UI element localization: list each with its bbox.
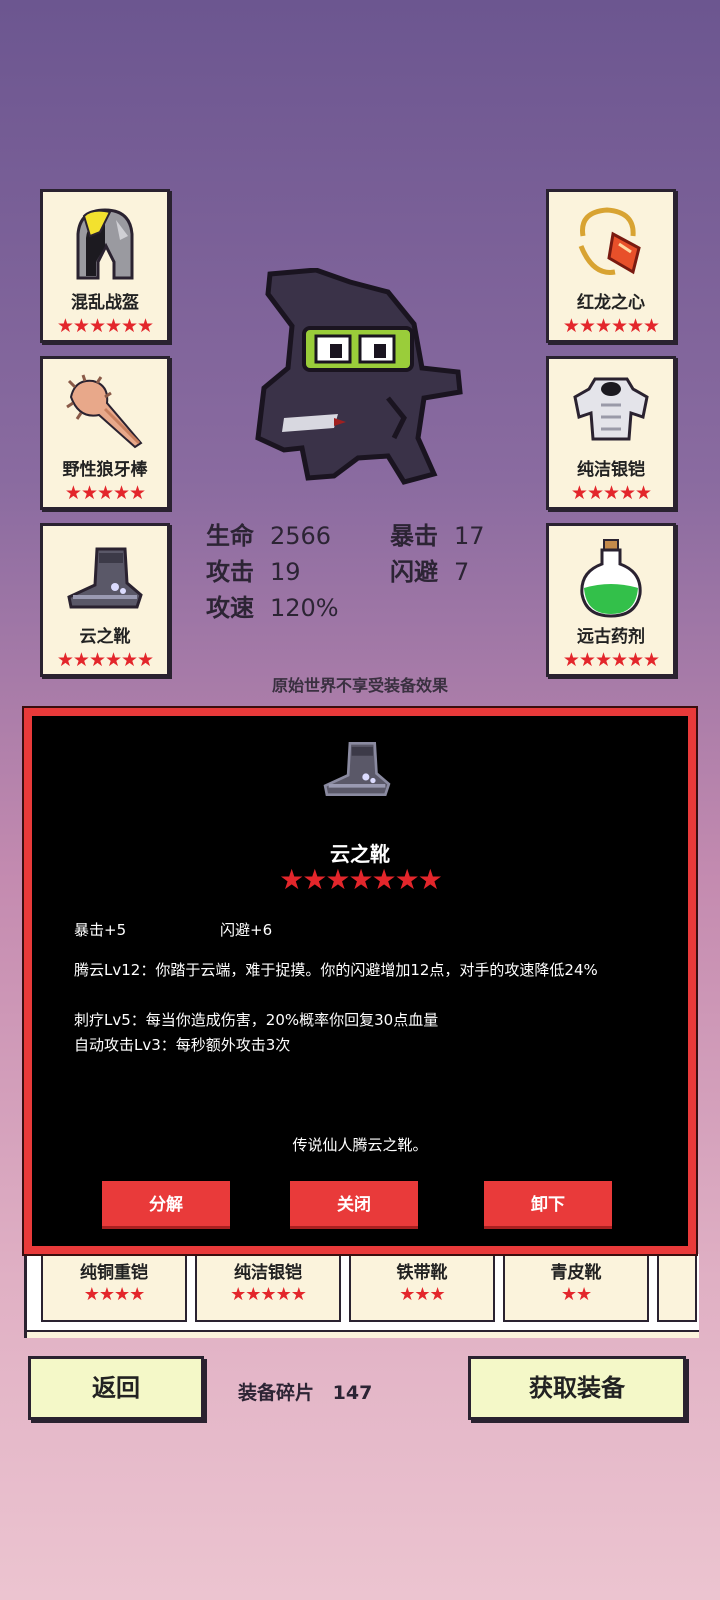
item-name: 纯洁银铠 <box>234 1263 302 1283</box>
stat-dodge: 闪避 7 <box>390 552 469 587</box>
back-button[interactable]: 返回 <box>28 1356 204 1420</box>
helmet-icon <box>43 204 167 284</box>
stat-crit: 暴击 17 <box>390 516 485 551</box>
detail-star-rating: ★★★★★★★ <box>279 863 443 896</box>
slot-armor[interactable]: 纯洁银铠 ★★★★★ <box>546 356 676 510</box>
inventory-item[interactable]: 铁带靴 ★★★ <box>349 1254 495 1322</box>
slot-weapon[interactable]: 野性狼牙棒 ★★★★★ <box>40 356 170 510</box>
star-rating: ★★★★★★ <box>562 315 660 337</box>
detail-attr-crit: 暴击+5 <box>74 921 127 939</box>
detail-skill-3: 自动攻击Lv3：每秒额外攻击3次 <box>74 1036 291 1054</box>
stat-label: 攻速 <box>206 594 254 622</box>
star-rating: ★★ <box>560 1284 592 1305</box>
amulet-icon <box>549 204 673 284</box>
detail-skill-2: 刺疗Lv5：每当你造成伤害，20%概率你回复30点血量 <box>74 1011 439 1029</box>
detail-attr-dodge: 闪避+6 <box>220 921 273 939</box>
star-rating: ★★★ <box>399 1284 445 1305</box>
item-name: 铁带靴 <box>396 1263 448 1283</box>
boots-icon <box>43 538 167 618</box>
star-rating: ★★★★★ <box>230 1284 307 1305</box>
stat-hp: 生命 2566 <box>206 516 331 551</box>
character-sprite <box>238 267 468 494</box>
stat-label: 攻击 <box>206 558 254 586</box>
close-button[interactable]: 关闭 <box>290 1181 418 1229</box>
potion-icon <box>549 538 673 618</box>
armor-icon <box>549 371 673 451</box>
stat-value: 19 <box>270 558 301 586</box>
slot-potion[interactable]: 远古药剂 ★★★★★★ <box>546 523 676 677</box>
shards-count: 147 <box>332 1382 373 1404</box>
stat-label: 暴击 <box>390 522 438 550</box>
inventory-list[interactable]: 纯铜重铠 ★★★★ 纯洁银铠 ★★★★★ 铁带靴 ★★★ 青皮靴 ★★ <box>24 1254 699 1338</box>
stat-value: 17 <box>454 522 485 550</box>
decompose-button[interactable]: 分解 <box>102 1181 230 1229</box>
inventory-item[interactable]: 纯铜重铠 ★★★★ <box>41 1254 187 1322</box>
star-rating: ★★★★★ <box>570 482 652 504</box>
stat-attack-speed: 攻速 120% <box>206 588 339 623</box>
slot-name: 远古药剂 <box>577 627 645 647</box>
inventory-item[interactable]: 青皮靴 ★★ <box>503 1254 649 1322</box>
slot-name: 纯洁银铠 <box>577 460 645 480</box>
slot-name: 红龙之心 <box>577 293 645 313</box>
star-rating: ★★★★★★ <box>56 649 154 671</box>
equipment-shards: 装备碎片 147 <box>238 1378 372 1405</box>
shards-label: 装备碎片 <box>238 1382 315 1404</box>
slot-boots[interactable]: 云之靴 ★★★★★★ <box>40 523 170 677</box>
slot-name: 野性狼牙棒 <box>62 460 148 480</box>
detail-boots-icon <box>320 738 394 804</box>
stat-label: 闪避 <box>390 558 438 586</box>
star-rating: ★★★★★★ <box>56 315 154 337</box>
detail-skill-1: 腾云Lv12：你踏于云端，难于捉摸。你的闪避增加12点，对手的攻速降低24% <box>74 961 598 979</box>
item-detail-panel: 云之靴 ★★★★★★★ 暴击+5 闪避+6 腾云Lv12：你踏于云端，难于捉摸。… <box>22 706 698 1256</box>
slot-name: 混乱战盔 <box>71 293 139 313</box>
star-rating: ★★★★★ <box>64 482 146 504</box>
slot-name: 云之靴 <box>79 627 131 647</box>
slot-amulet[interactable]: 红龙之心 ★★★★★★ <box>546 189 676 343</box>
item-name: 青皮靴 <box>550 1263 602 1283</box>
star-rating: ★★★★★★ <box>562 649 660 671</box>
slot-helmet[interactable]: 混乱战盔 ★★★★★★ <box>40 189 170 343</box>
row-divider <box>27 1330 699 1338</box>
item-name: 纯铜重铠 <box>80 1263 148 1283</box>
stat-value: 120% <box>270 594 339 622</box>
stat-value: 2566 <box>270 522 332 550</box>
stat-value: 7 <box>454 558 470 586</box>
stat-attack: 攻击 19 <box>206 552 301 587</box>
inventory-item[interactable]: 纯洁银铠 ★★★★★ <box>195 1254 341 1322</box>
club-icon <box>43 371 167 451</box>
world-effect-note: 原始世界不享受装备效果 <box>271 676 448 695</box>
detail-flavor-text: 传说仙人腾云之靴。 <box>292 1136 428 1154</box>
stat-label: 生命 <box>206 522 254 550</box>
star-rating: ★★★★ <box>83 1284 146 1305</box>
inventory-item-partial[interactable] <box>657 1254 697 1322</box>
unequip-button[interactable]: 卸下 <box>484 1181 612 1229</box>
get-equipment-button[interactable]: 获取装备 <box>468 1356 686 1420</box>
